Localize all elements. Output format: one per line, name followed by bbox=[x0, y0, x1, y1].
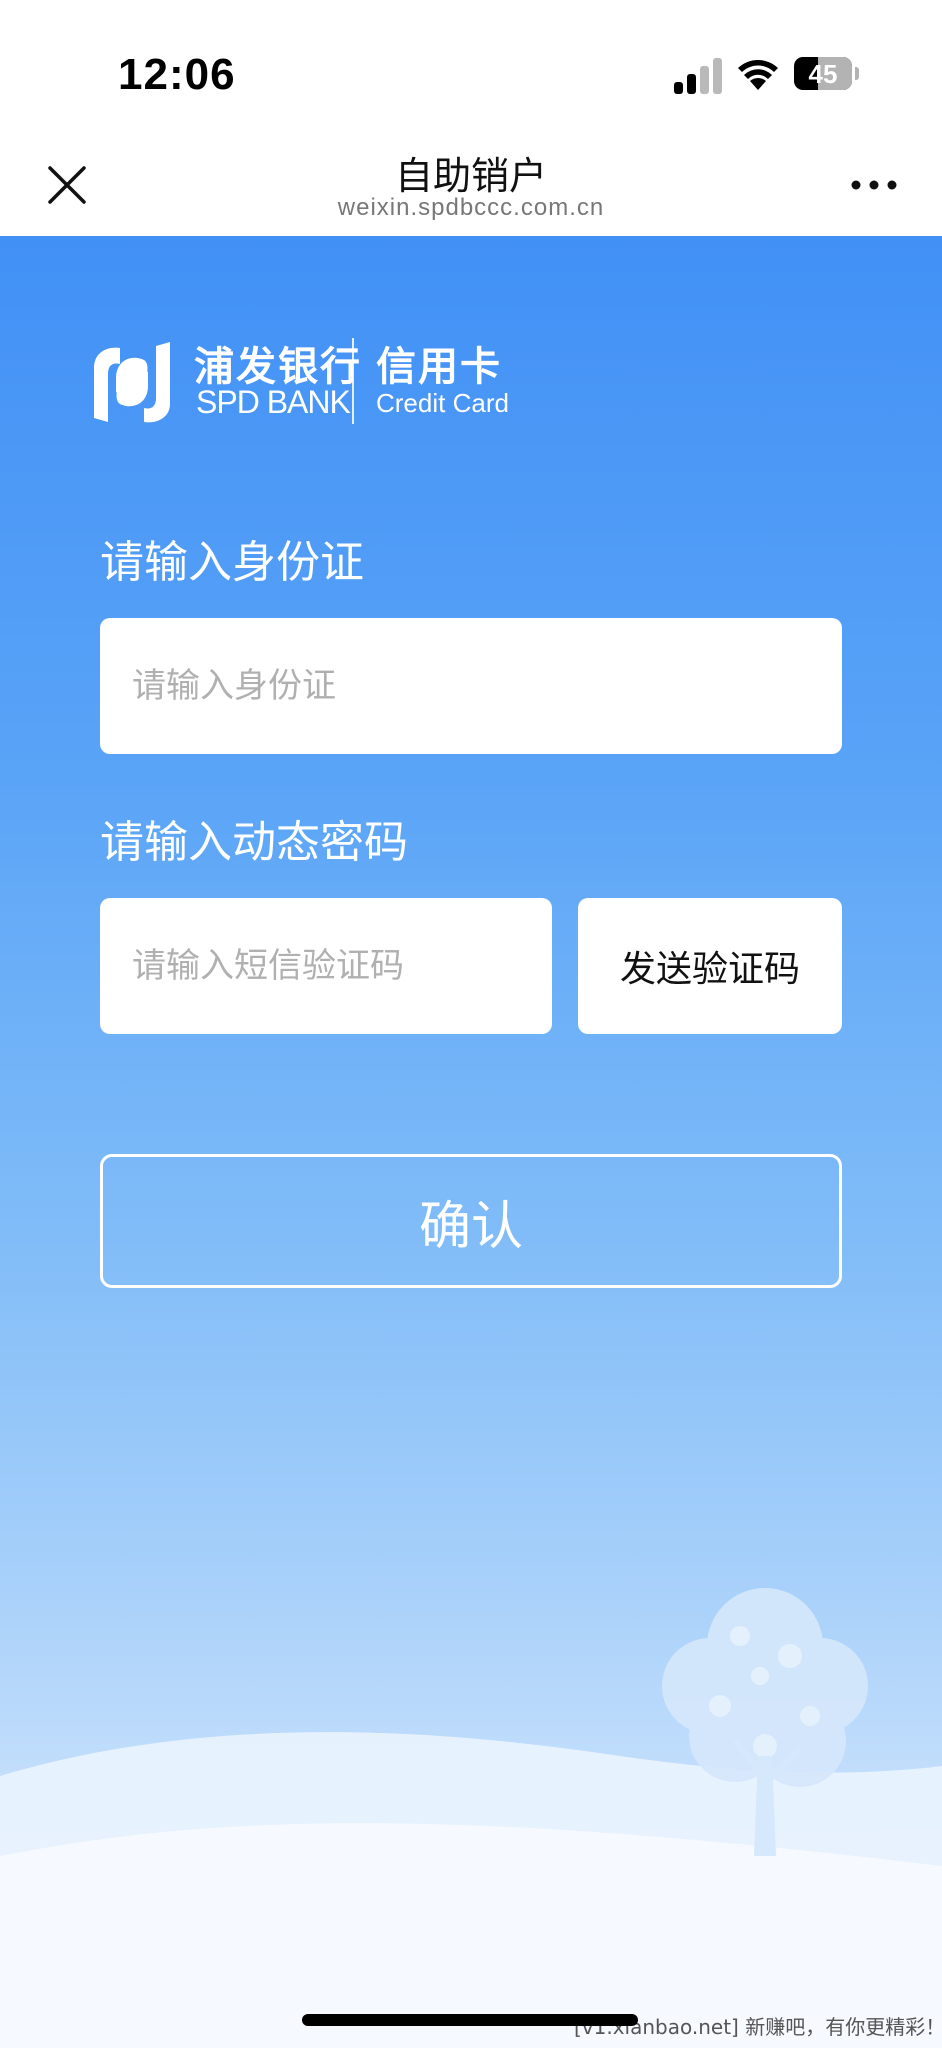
more-icon[interactable] bbox=[850, 176, 898, 194]
id-number-input[interactable] bbox=[100, 618, 842, 754]
logo-card-name-en: Credit Card bbox=[376, 388, 509, 418]
page-title: 自助销户 bbox=[394, 154, 547, 198]
main-content: 浦发银行 SPD BANK 信用卡 Credit Card 请输入身份证 请输入… bbox=[0, 236, 942, 2048]
nav-bar: 自助销户 weixin.spdbccc.com.cn bbox=[0, 140, 942, 236]
cellular-signal-icon bbox=[674, 58, 722, 94]
battery-icon: 45 bbox=[794, 57, 852, 90]
logo-divider bbox=[352, 338, 354, 424]
sms-code-input[interactable] bbox=[100, 898, 552, 1034]
id-number-label: 请输入身份证 bbox=[100, 537, 364, 588]
home-indicator[interactable] bbox=[302, 2014, 638, 2026]
send-code-button[interactable]: 发送验证码 bbox=[578, 898, 842, 1034]
battery-level: 45 bbox=[808, 59, 838, 89]
wifi-icon bbox=[738, 60, 778, 90]
page-url: weixin.spdbccc.com.cn bbox=[337, 194, 605, 221]
logo-bank-name-en: SPD BANK bbox=[196, 384, 351, 420]
spd-bank-logo: 浦发银行 SPD BANK 信用卡 Credit Card bbox=[90, 334, 510, 426]
spd-logo-mark-icon bbox=[94, 342, 170, 423]
status-time: 12:06 bbox=[118, 50, 236, 99]
battery-cap bbox=[855, 67, 859, 80]
status-bar: 12:06 45 bbox=[0, 0, 942, 140]
otp-label: 请输入动态密码 bbox=[100, 817, 408, 868]
confirm-button[interactable]: 确认 bbox=[100, 1154, 842, 1288]
logo-card-name-cn: 信用卡 bbox=[376, 344, 502, 390]
tree-decoration bbox=[662, 1588, 868, 1856]
